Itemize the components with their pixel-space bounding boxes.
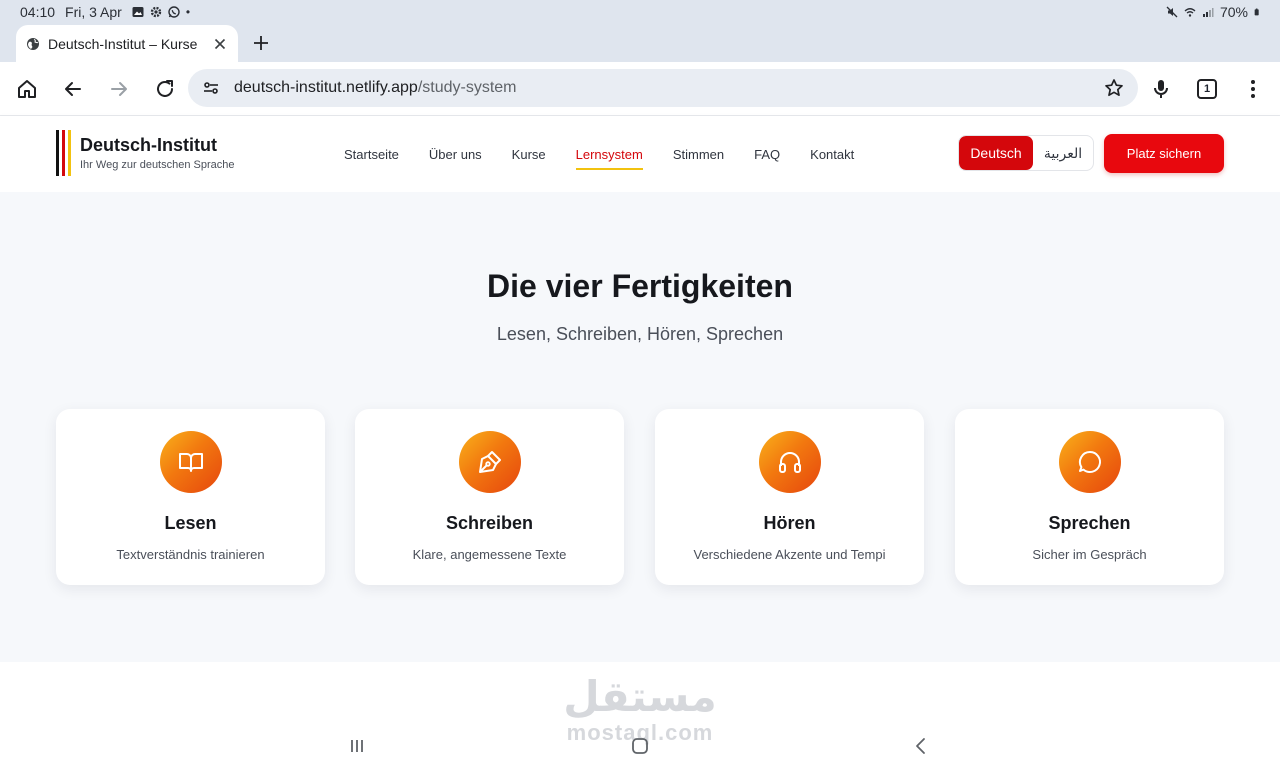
book-icon — [160, 431, 222, 493]
skills-section: Die vier Fertigkeiten Lesen, Schreiben, … — [0, 192, 1280, 662]
tab-strip: Deutsch-Institut – Kurse — [0, 24, 1280, 62]
home-button-icon[interactable] — [630, 736, 650, 756]
pen-icon — [459, 431, 521, 493]
nav-startseite[interactable]: Startseite — [344, 139, 399, 170]
chat-bubble-icon — [1059, 431, 1121, 493]
bookmark-star-icon[interactable] — [1104, 78, 1124, 98]
nav-faq[interactable]: FAQ — [754, 139, 780, 170]
wifi-icon — [1184, 8, 1196, 17]
flag-stripe-gold — [68, 130, 71, 176]
battery-level: 70% — [1219, 4, 1248, 20]
skill-card-hoeren: Hören Verschiedene Akzente und Tempi — [655, 409, 924, 585]
nav-stimmen[interactable]: Stimmen — [673, 139, 724, 170]
flag-stripes — [56, 130, 71, 176]
globe-icon — [27, 37, 39, 50]
watermark-arabic: مستقل — [563, 673, 717, 720]
brand-tagline: Ihr Weg zur deutschen Sprache — [80, 159, 235, 172]
skill-card-desc: Textverständnis trainieren — [116, 547, 265, 562]
reload-icon[interactable] — [153, 77, 177, 101]
skill-card-title: Lesen — [164, 513, 217, 533]
more-menu-icon[interactable] — [1241, 77, 1265, 101]
nav-kurse[interactable]: Kurse — [512, 139, 546, 170]
skill-card-title: Schreiben — [445, 513, 534, 533]
browser-tab[interactable]: Deutsch-Institut – Kurse — [16, 25, 238, 62]
close-icon[interactable] — [212, 36, 228, 52]
site-settings-icon[interactable] — [202, 79, 220, 97]
gear-icon — [150, 6, 162, 18]
tab-switcher-button[interactable]: 1 — [1195, 77, 1219, 101]
nav-kontakt[interactable]: Kontakt — [810, 139, 854, 170]
lang-arabic-button[interactable]: العربية — [1033, 136, 1093, 170]
whatsapp-icon — [168, 6, 180, 18]
new-tab-icon[interactable] — [250, 32, 272, 54]
system-nav-bar — [0, 728, 1280, 768]
status-bar: 04:10 Fri, 3 Apr • 70% — [0, 0, 1280, 24]
skill-card-schreiben: Schreiben Klare, angemessene Texte — [355, 409, 624, 585]
tab-count: 1 — [1197, 79, 1217, 99]
skill-card-lesen: Lesen Textverständnis trainieren — [56, 409, 325, 585]
browser-toolbar: deutsch-institut.netlify.app/study-syste… — [0, 62, 1280, 116]
flag-stripe-black — [56, 130, 59, 176]
url-text[interactable]: deutsch-institut.netlify.app/study-syste… — [234, 79, 1104, 97]
status-date: Fri, 3 Apr — [65, 4, 122, 20]
brand-logo[interactable]: Deutsch-Institut Ihr Weg zur deutschen S… — [56, 130, 235, 176]
url-path: /study-system — [417, 79, 517, 96]
section-title: Die vier Fertigkeiten — [487, 268, 793, 304]
language-switch: Deutsch العربية — [958, 135, 1094, 171]
back-arrow-icon[interactable] — [61, 77, 85, 101]
nav-ueber-uns[interactable]: Über uns — [429, 139, 482, 170]
reserve-seat-button[interactable]: Platz sichern — [1104, 134, 1224, 173]
nav-lernsystem[interactable]: Lernsystem — [575, 139, 644, 170]
home-icon[interactable] — [15, 77, 39, 101]
site-header: Deutsch-Institut Ihr Weg zur deutschen S… — [0, 116, 1280, 192]
url-host: deutsch-institut.netlify.app — [234, 79, 418, 96]
image-icon — [132, 7, 144, 17]
forward-arrow-icon[interactable] — [107, 77, 131, 101]
recent-apps-icon[interactable] — [347, 736, 367, 756]
skill-card-sprechen: Sprechen Sicher im Gespräch — [955, 409, 1224, 585]
lang-german-button[interactable]: Deutsch — [959, 136, 1033, 170]
flag-stripe-red — [62, 130, 65, 176]
skill-card-desc: Sicher im Gespräch — [1032, 547, 1147, 562]
brand-name: Deutsch-Institut — [80, 134, 217, 155]
mute-icon — [1166, 6, 1178, 18]
signal-icon — [1202, 8, 1214, 17]
section-subtitle: Lesen, Schreiben, Hören, Sprechen — [496, 324, 784, 344]
status-time: 04:10 — [20, 4, 56, 20]
dot-icon: • — [185, 5, 191, 19]
address-bar[interactable]: deutsch-institut.netlify.app/study-syste… — [188, 69, 1138, 107]
headphones-icon — [759, 431, 821, 493]
skill-card-desc: Verschiedene Akzente und Tempi — [693, 547, 886, 562]
skill-card-desc: Klare, angemessene Texte — [412, 547, 567, 562]
battery-icon — [1254, 8, 1259, 16]
microphone-icon[interactable] — [1149, 77, 1173, 101]
back-button-icon[interactable] — [911, 736, 931, 756]
skill-card-title: Sprechen — [1048, 513, 1131, 533]
skill-card-title: Hören — [763, 513, 816, 533]
tab-title: Deutsch-Institut – Kurse — [48, 35, 198, 52]
main-nav: Startseite Über uns Kurse Lernsystem Sti… — [344, 116, 854, 192]
